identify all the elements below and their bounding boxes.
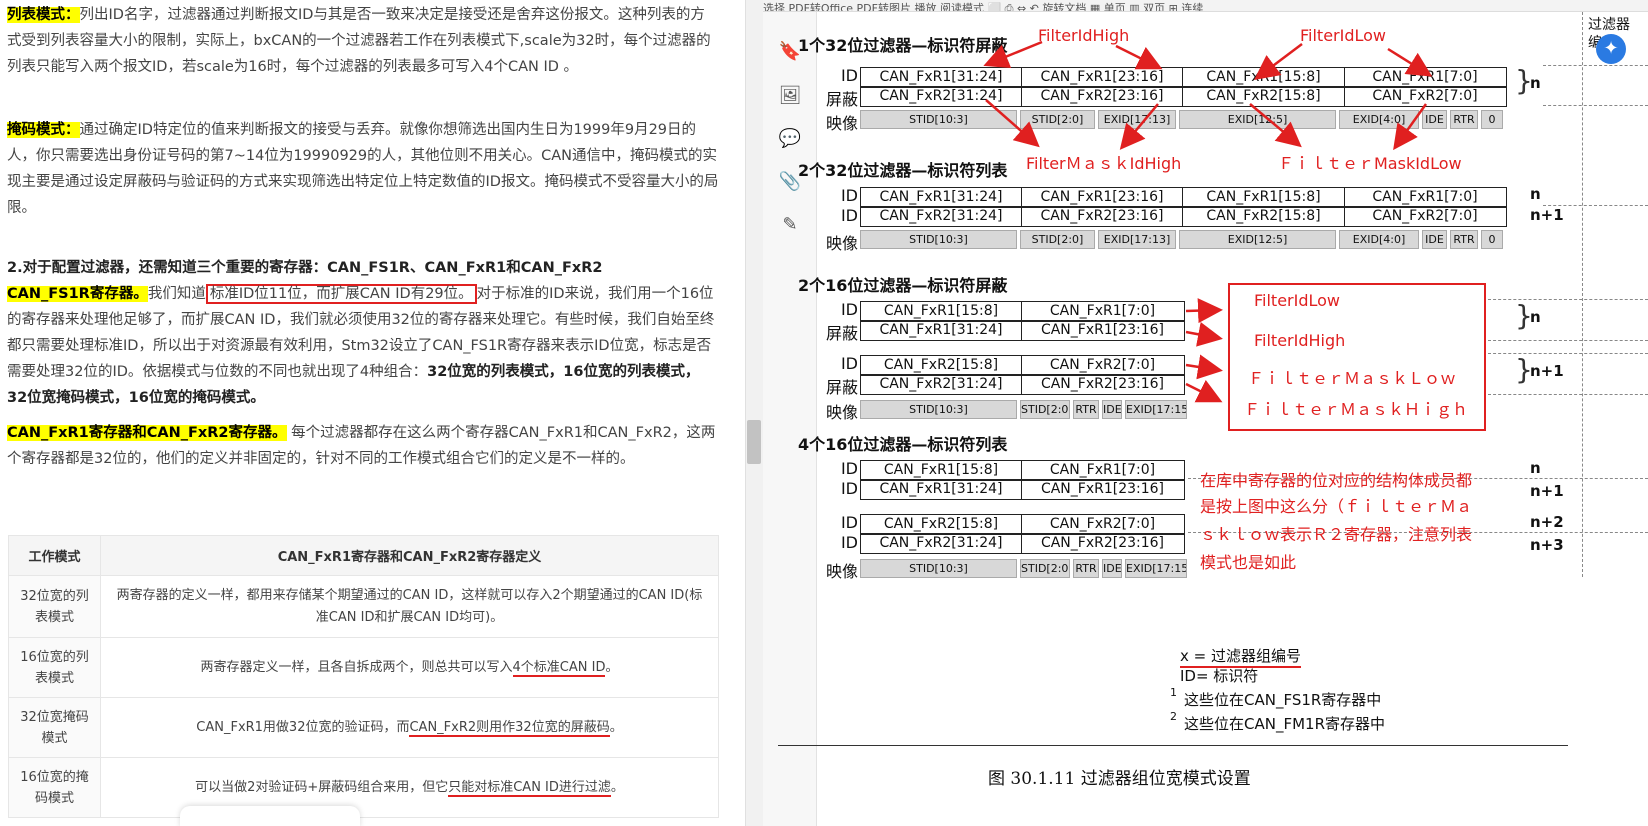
highlight-box: 标准ID位11位，而扩展CAN ID有29位。 xyxy=(205,284,477,304)
note-line1: 在库中寄存器的位对应的结构体成员都 xyxy=(1200,471,1473,490)
floating-bar[interactable] xyxy=(180,806,360,826)
row-label: 映像 xyxy=(825,562,858,581)
comment-icon[interactable]: 💬 xyxy=(776,125,804,153)
row-label: ID xyxy=(840,300,858,319)
register-row: CAN_FxR2[31:24] CAN_FxR2[23:16] CAN_FxR2[1… xyxy=(860,206,1507,227)
register-row: CAN_FxR1[15:8] CAN_FxR1[7:0] xyxy=(860,460,1185,481)
note-line4: 模式也是如此 xyxy=(1200,553,1297,572)
row-label: ID xyxy=(840,206,858,225)
row-label: 映像 xyxy=(825,234,858,253)
paragraph-fxr: CAN_FxR1寄存器和CAN_FxR2寄存器。 每个过滤器都存在这么两个寄存器… xyxy=(7,425,716,467)
note-maskidhigh: FilterＭａｓｋIdHigh xyxy=(1026,154,1182,173)
note-b3: ＦｉｌｔｅｒＭａｓｋＬｏｗ xyxy=(1248,369,1457,388)
scrollbar[interactable] xyxy=(745,0,763,826)
table-header: CAN_FxR1寄存器和CAN_FxR2寄存器定义 xyxy=(100,535,719,576)
register-row: CAN_FxR1[31:24] CAN_FxR1[23:16] CAN_FxR1[1… xyxy=(860,187,1507,208)
pdf-top-toolbar[interactable]: 选择 PDF转Office PDF转图片 播放 阅读模式 ⬜ ⎙ ⇔ ↶ 旋转文… xyxy=(763,0,1648,12)
row-label: ID xyxy=(840,354,858,373)
row-label: 映像 xyxy=(825,114,858,133)
note-line2: 是按上图中这么分（ｆｉｌｔｅｒＭａ xyxy=(1200,497,1473,516)
note-b4: ＦｉｌｔｅｒＭａｓｋＨｉｇｈ xyxy=(1244,400,1469,419)
legend-fs1r: 这些位在CAN_FS1R寄存器中 xyxy=(1184,691,1382,709)
register-row: CAN_FxR2[31:24] CAN_FxR2[23:16] xyxy=(860,533,1185,554)
section-heading: 2.对于配置过滤器，还需知道三个重要的寄存器：CAN_FS1R、CAN_FxR1… xyxy=(7,260,603,276)
register-row: CAN_FxR1[31:24] CAN_FxR1[23:16] CAN_FxR1[1… xyxy=(860,67,1507,88)
register-row: CAN_FxR2[31:24] CAN_FxR2[23:16] CAN_FxR2[1… xyxy=(860,86,1507,107)
note-b1: FilterIdLow xyxy=(1254,291,1341,310)
row-label: 屏蔽 xyxy=(825,90,858,109)
article-panel: 列表模式：列出ID名字，过滤器通过判断报文ID与其是否一致来决定是接受还是舍弃这… xyxy=(0,0,745,826)
register-row: CAN_FxR2[15:8] CAN_FxR2[7:0] xyxy=(860,355,1185,376)
note-idhigh: FilterIdHigh xyxy=(1038,26,1130,45)
row-label: ID xyxy=(840,186,858,205)
legend-fm1r: 这些位在CAN_FM1R寄存器中 xyxy=(1184,715,1385,733)
table-header: 工作模式 xyxy=(8,535,101,576)
register-row: CAN_FxR2[15:8] CAN_FxR2[7:0] xyxy=(860,514,1185,535)
row-label: ID xyxy=(840,459,858,478)
section-title: 2个16位过滤器—标识符屏蔽 xyxy=(798,276,1008,295)
image-icon[interactable]: 🖼 xyxy=(776,82,804,110)
row-label: 屏蔽 xyxy=(825,378,858,397)
mapping-row: STID[10:3] STID[2:0] EXID[17:13] EXID[12:5]… xyxy=(860,110,1503,129)
note-idlow: FilterIdLow xyxy=(1300,26,1387,45)
section-title: 1个32位过滤器—标识符屏蔽 xyxy=(798,36,1008,55)
mapping-row: STID[10:3] STID[2:0] RTR IDE EXID[17:15] xyxy=(860,400,1187,419)
row-label: ID xyxy=(840,513,858,532)
mapping-row: STID[10:3] STID[2:0] EXID[17:13] EXID[12:5]… xyxy=(860,230,1503,249)
pdf-side-toolbar: 🔖 🖼 💬 📎 ✎ xyxy=(763,0,817,826)
register-row: CAN_FxR2[31:24] CAN_FxR2[23:16] xyxy=(860,374,1185,395)
mapping-row: STID[10:3] STID[2:0] RTR IDE EXID[17:15] xyxy=(860,559,1187,578)
register-row: CAN_FxR1[15:8] CAN_FxR1[7:0] xyxy=(860,301,1185,322)
table-row: 32位宽的列表模式 两寄存器的定义一样，都用来存储某个期望通过的CAN ID，这样… xyxy=(8,575,719,638)
row-label: 映像 xyxy=(825,403,858,422)
note-b2: FilterIdHigh xyxy=(1254,331,1346,350)
paragraph-fs1r: CAN_FS1R寄存器。我们知道 标准ID位11位，而扩展CAN ID有29位。对… xyxy=(7,284,715,406)
paragraph-list-mode: 列表模式：列出ID名字，过滤器通过判断报文ID与其是否一致来决定是接受还是舍弃这… xyxy=(7,7,711,75)
table-row: 32位宽掩码模式 CAN_FxR1用做32位宽的验证码，而CAN_FxR2则用作3… xyxy=(8,697,719,758)
row-label: ID xyxy=(840,66,858,85)
row-label: 屏蔽 xyxy=(825,324,858,343)
assistant-icon[interactable]: ✦ xyxy=(1596,34,1626,64)
section-title: 2个32位过滤器—标识符列表 xyxy=(798,161,1008,180)
register-table: 工作模式 CAN_FxR1寄存器和CAN_FxR2寄存器定义 32位宽的列表模式两… xyxy=(8,535,719,818)
figure-caption: 图 30.1.11 过滤器组位宽模式设置 xyxy=(988,769,1251,789)
table-row: 16位宽的列表模式 两寄存器定义一样，且各自拆成两个，则总共可以写入4个标准CAN… xyxy=(8,637,719,698)
table-row: 16位宽的掩码模式 可以当做2对验证码+屏蔽码组合来用，但它只能对标准CAN ID… xyxy=(8,757,719,818)
register-row: CAN_FxR1[31:24] CAN_FxR1[23:16] xyxy=(860,479,1185,500)
row-label: ID xyxy=(840,479,858,498)
legend-id: ID= 标识符 xyxy=(1180,667,1259,685)
register-row: CAN_FxR1[31:24] CAN_FxR1[23:16] xyxy=(860,320,1185,341)
paragraph-mask-mode: 掩码模式：通过确定ID特定位的值来判断报文的接受与丢弃。就像你想筛选出国内生日为… xyxy=(7,122,719,216)
note-maskidlow: ＦｉｌｔｅｒMaskIdLow xyxy=(1278,154,1462,173)
signature-icon[interactable]: ✎ xyxy=(776,211,804,239)
row-label: ID xyxy=(840,533,858,552)
section-title: 4个16位过滤器—标识符列表 xyxy=(798,435,1008,454)
pdf-page: 过滤器 编 ✦ 1个32位过滤器—标识符屏蔽 ID 屏蔽 映像 CAN_FxR1… xyxy=(778,12,1648,826)
scrollbar-thumb[interactable] xyxy=(747,420,761,464)
note-line3: ｓｋｌｏｗ表示Ｒ２寄存器，注意列表 xyxy=(1200,525,1473,544)
